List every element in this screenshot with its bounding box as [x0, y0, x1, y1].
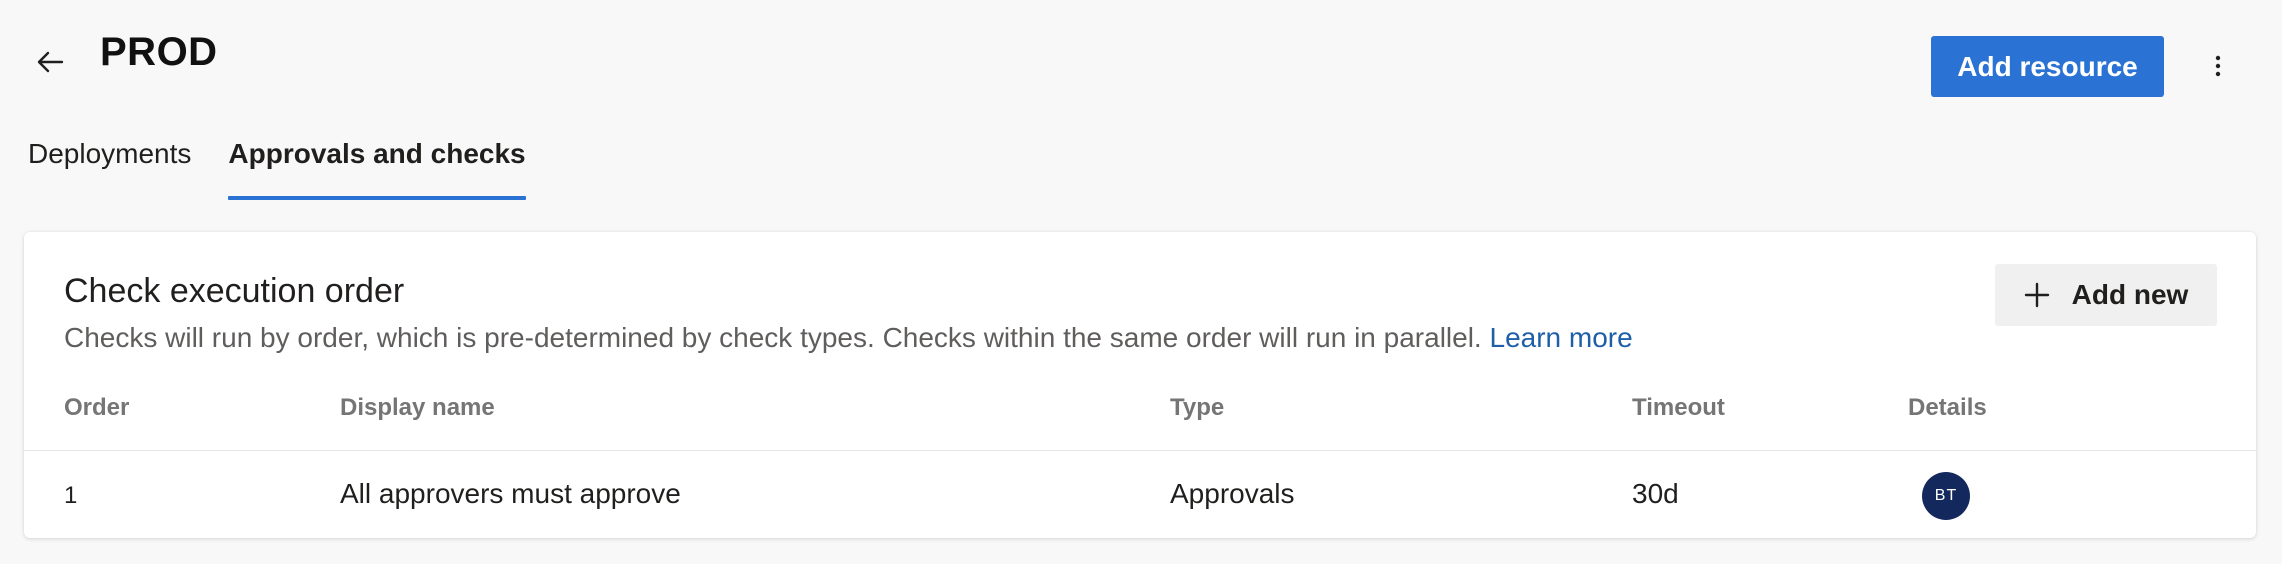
tab-bar: Deployments Approvals and checks — [28, 130, 563, 200]
check-execution-card: Check execution order Checks will run by… — [24, 232, 2256, 538]
column-header-display-name[interactable]: Display name — [340, 394, 495, 422]
add-new-label: Add new — [2071, 279, 2189, 310]
arrow-left-icon — [37, 51, 64, 73]
cell-type: Approvals — [1170, 478, 1295, 509]
page: PROD Add resource Deployments Approvals … — [0, 0, 2282, 564]
plus-icon — [2024, 282, 2049, 308]
column-header-order[interactable]: Order — [64, 394, 129, 422]
page-title: PROD — [100, 30, 218, 74]
tab-deployments[interactable]: Deployments — [28, 130, 191, 200]
cell-timeout: 30d — [1632, 478, 1679, 509]
header-divider — [24, 450, 2256, 451]
card-description: Checks will run by order, which is pre-d… — [64, 322, 1633, 354]
add-resource-button[interactable]: Add resource — [1931, 36, 2164, 97]
back-button[interactable] — [26, 42, 74, 82]
column-header-timeout[interactable]: Timeout — [1632, 394, 1725, 422]
card-description-text: Checks will run by order, which is pre-d… — [64, 322, 1482, 353]
cell-display-name: All approvers must approve — [340, 478, 681, 509]
tab-approvals-and-checks[interactable]: Approvals and checks — [228, 130, 526, 200]
more-options-button[interactable] — [2200, 46, 2236, 86]
column-header-details[interactable]: Details — [1908, 394, 1987, 422]
more-vertical-icon — [2215, 55, 2221, 77]
avatar[interactable]: BT — [1922, 472, 1970, 520]
learn-more-link[interactable]: Learn more — [1490, 322, 1633, 353]
cell-order: 1 — [64, 482, 78, 509]
add-new-button[interactable]: Add new — [1995, 264, 2217, 326]
card-title: Check execution order — [64, 272, 405, 310]
column-header-type[interactable]: Type — [1170, 394, 1224, 422]
